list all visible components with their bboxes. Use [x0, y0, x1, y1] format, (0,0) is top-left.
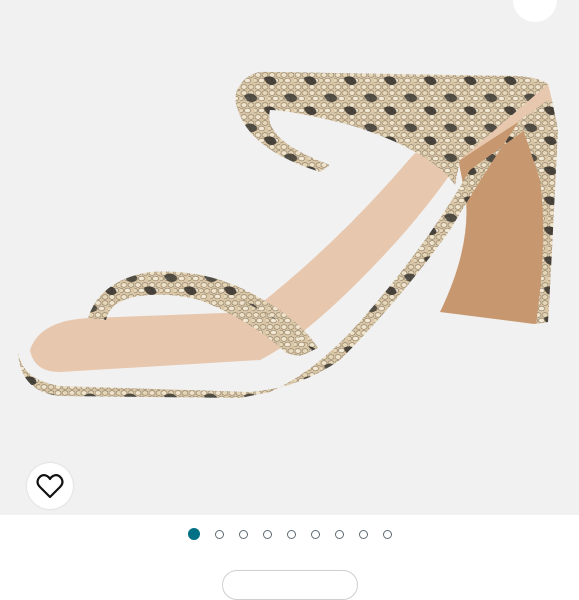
carousel-dot[interactable] — [310, 529, 320, 539]
product-image-gallery[interactable] — [0, 0, 579, 515]
bottom-action-pill[interactable] — [222, 570, 358, 600]
carousel-dot[interactable] — [262, 529, 272, 539]
wishlist-button[interactable] — [27, 463, 73, 509]
carousel-dot[interactable] — [334, 529, 344, 539]
carousel-dot[interactable] — [187, 528, 200, 540]
carousel-dot[interactable] — [214, 529, 224, 539]
carousel-dot[interactable] — [286, 529, 296, 539]
carousel-indicators — [0, 528, 579, 540]
carousel-dot[interactable] — [382, 529, 392, 539]
product-image[interactable] — [0, 0, 579, 515]
heart-outline-icon — [36, 474, 64, 499]
carousel-dot[interactable] — [358, 529, 368, 539]
carousel-dot[interactable] — [238, 529, 248, 539]
